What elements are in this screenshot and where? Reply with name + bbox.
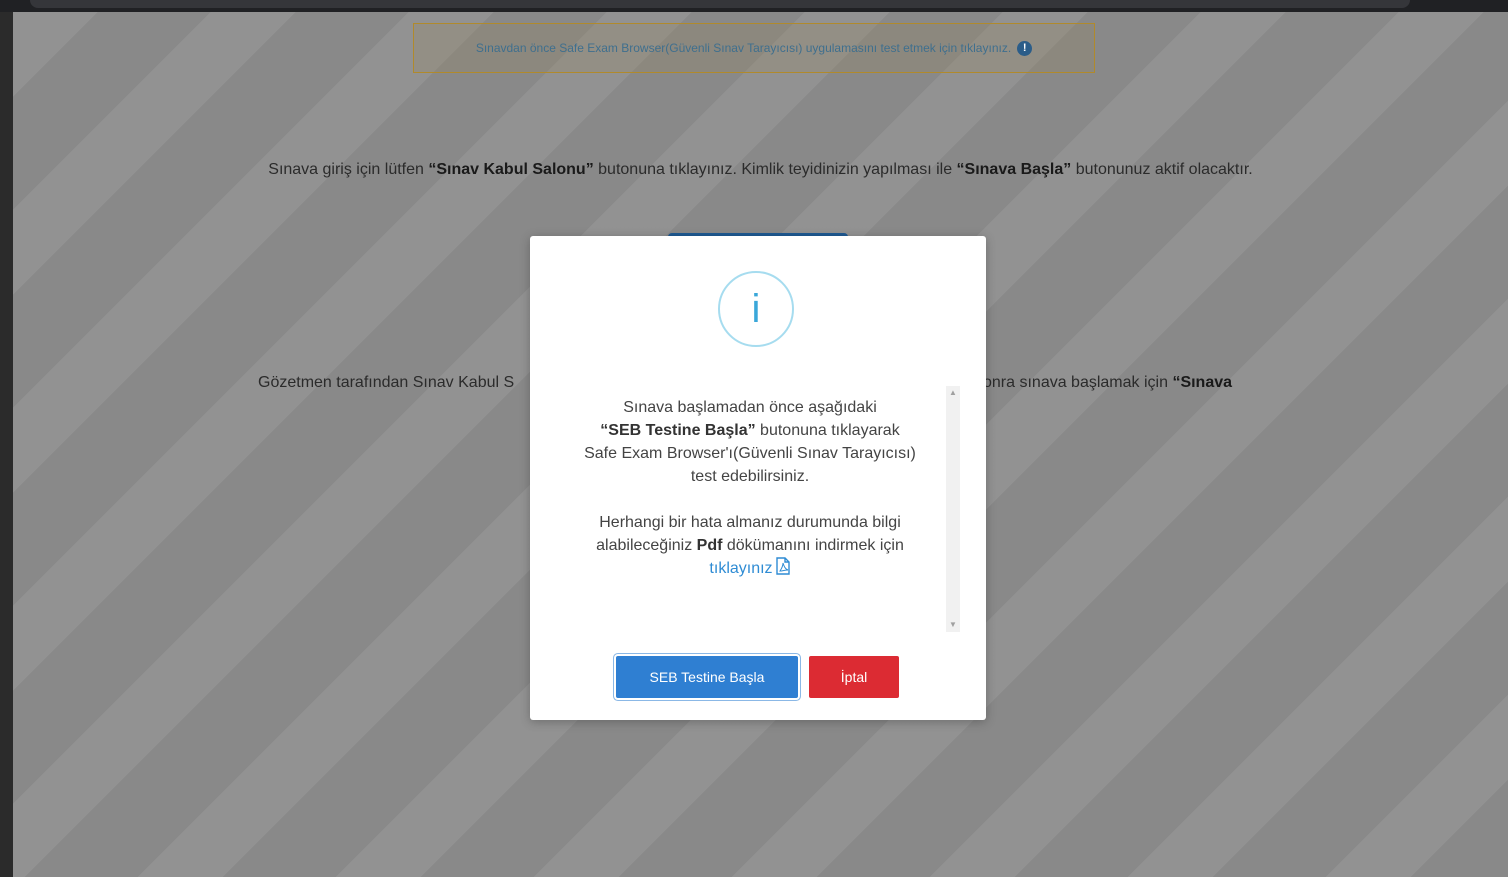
seb-button-name: “SEB Testine Başla” <box>600 422 756 439</box>
pdf-download-link[interactable]: tıklayınız <box>709 560 772 577</box>
instr-text-3: butonunuz aktif olacaktır. <box>1071 161 1253 178</box>
instr-text-2: butonuna tıklayınız. Kimlik teyidinizin … <box>593 161 957 178</box>
proctor-instructions-left: Gözetmen tarafından Sınav Kabul S <box>258 374 515 391</box>
modal-message: Sınava başlamadan önce aşağıdaki “SEB Te… <box>550 396 950 582</box>
proctor-instructions-right: onra sınava başlamak için “Sınava <box>983 370 1283 396</box>
instr-bold-1: “Sınav Kabul Salonu” <box>428 161 594 178</box>
modal-line-2: “SEB Testine Başla” butonuna tıklayarak <box>550 419 950 442</box>
cancel-button[interactable]: İptal <box>809 656 899 698</box>
alert-text[interactable]: Sınavdan önce Safe Exam Browser(Güvenli … <box>476 41 1011 55</box>
modal-line-6-start: alabileceğiniz <box>596 537 697 554</box>
modal-content: Sınava başlamadan önce aşağıdaki “SEB Te… <box>550 386 968 632</box>
page-viewport: Sınavdan önce Safe Exam Browser(Güvenli … <box>13 12 1508 877</box>
instr-text-1: Sınava giriş için lütfen <box>268 161 429 178</box>
modal-line-1: Sınava başlamadan önce aşağıdaki <box>623 399 877 416</box>
pdf-file-icon[interactable] <box>775 557 791 582</box>
seb-test-modal: i Sınava başlamadan önce aşağıdaki “SEB … <box>530 236 986 720</box>
pdf-word: Pdf <box>696 537 723 554</box>
info-icon: i <box>718 271 794 347</box>
exclamation-circle-icon: ! <box>1017 40 1033 56</box>
exam-entry-instructions: Sınava giriş için lütfen “Sınav Kabul Sa… <box>213 157 1308 183</box>
modal-line-2-rest: butonuna tıklayarak <box>755 422 900 439</box>
proctor-bold: “Sınava <box>1172 374 1233 391</box>
modal-line-5: Herhangi bir hata almanız durumunda bilg… <box>599 514 901 531</box>
modal-line-7: tıklayınız <box>550 557 950 582</box>
address-bar[interactable] <box>30 0 1410 8</box>
seb-test-start-button[interactable]: SEB Testine Başla <box>616 656 798 698</box>
modal-scrollbar[interactable]: ▲ ▼ <box>946 386 960 632</box>
seb-test-alert[interactable]: Sınavdan önce Safe Exam Browser(Güvenli … <box>413 23 1095 73</box>
scroll-down-arrow-icon[interactable]: ▼ <box>946 618 960 632</box>
browser-toolbar <box>0 0 1508 12</box>
window-edge <box>0 12 13 877</box>
modal-line-6-rest: dökümanını indirmek için <box>722 537 904 554</box>
modal-line-6: alabileceğiniz Pdf dökümanını indirmek i… <box>550 534 950 557</box>
scroll-up-arrow-icon[interactable]: ▲ <box>946 386 960 400</box>
instr-bold-2: “Sınava Başla” <box>956 161 1072 178</box>
modal-line-4: test edebilirsiniz. <box>690 468 810 485</box>
modal-line-3: Safe Exam Browser'ı(Güvenli Sınav Tarayı… <box>584 445 916 462</box>
proctor-text: onra sınava başlamak için <box>983 374 1173 391</box>
